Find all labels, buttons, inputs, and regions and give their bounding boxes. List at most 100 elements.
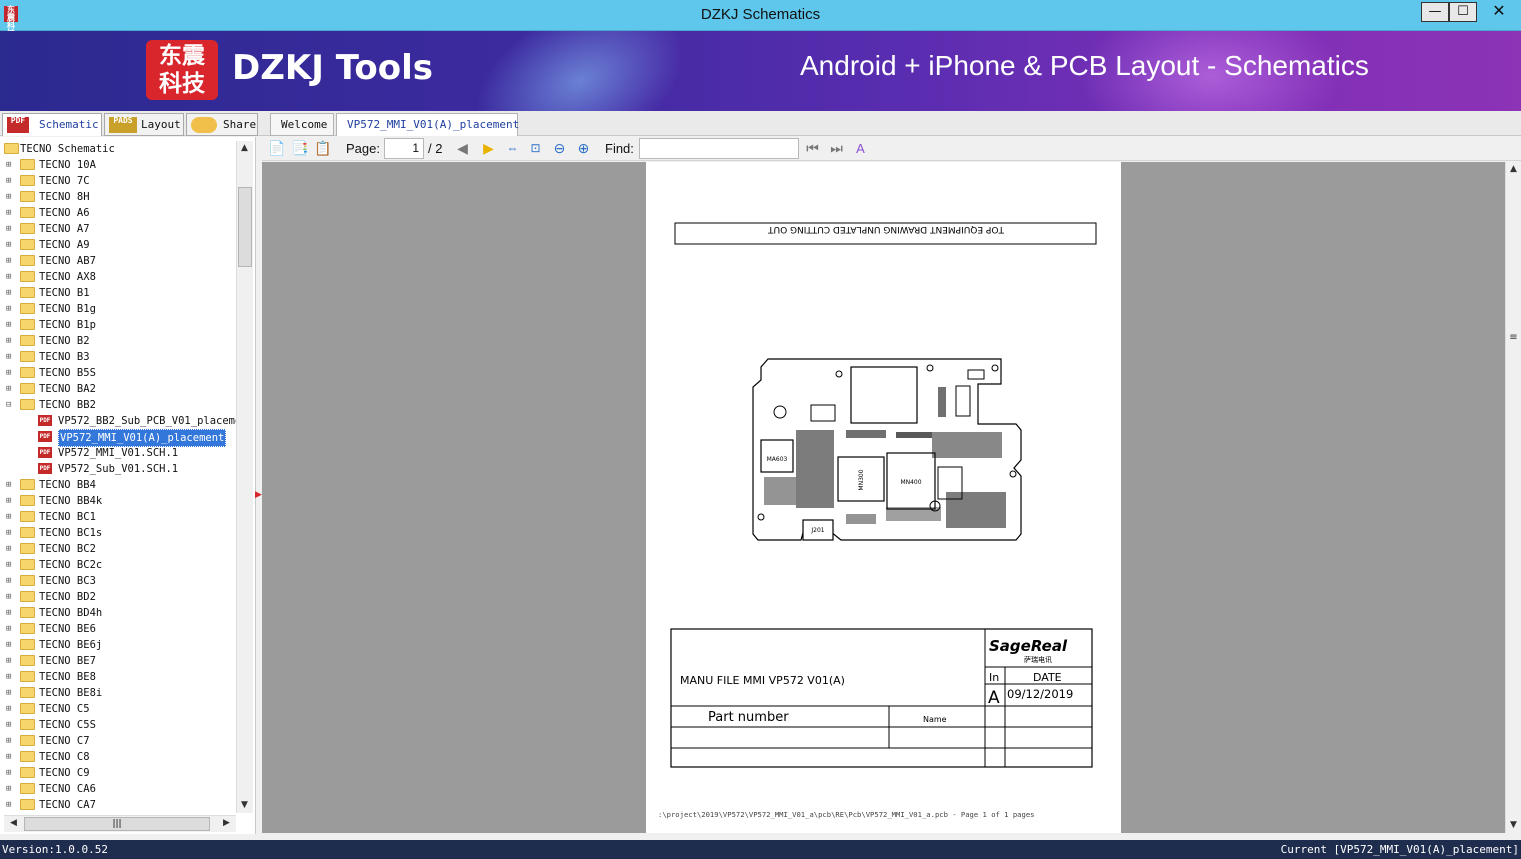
highlight-text-icon[interactable]: A — [852, 140, 869, 157]
tree-folder-item[interactable]: ⊞ TECNO A6 — [2, 205, 236, 221]
fit-width-icon[interactable]: ⇔ — [504, 140, 521, 157]
maximize-button[interactable]: ☐ — [1449, 2, 1477, 22]
tree-folder-item[interactable]: ⊞ TECNO BC2 — [2, 541, 236, 557]
expand-icon[interactable]: ⊞ — [6, 209, 14, 218]
tree-folder-item[interactable]: ⊞ TECNO B1g — [2, 301, 236, 317]
expand-icon[interactable]: ⊞ — [6, 785, 14, 794]
viewer-scroll-up-icon[interactable]: ▲ — [1506, 162, 1521, 177]
expand-icon[interactable]: ⊞ — [6, 337, 14, 346]
scroll-thumb[interactable] — [238, 187, 252, 267]
collapse-icon[interactable]: ⊟ — [6, 401, 14, 410]
tab-layout[interactable]: PADS Layout — [104, 113, 184, 136]
tree-folder-item[interactable]: ⊞ TECNO BB4k — [2, 493, 236, 509]
expand-icon[interactable]: ⊞ — [6, 225, 14, 234]
expand-icon[interactable]: ⊞ — [6, 529, 14, 538]
expand-icon[interactable]: ⊞ — [6, 193, 14, 202]
expand-icon[interactable]: ⊞ — [6, 721, 14, 730]
find-input[interactable] — [639, 138, 799, 159]
expand-icon[interactable]: ⊞ — [6, 369, 14, 378]
close-button[interactable]: ✕ — [1477, 2, 1521, 22]
tab-schematic[interactable]: PDF Schematic — [2, 113, 102, 136]
tree-file-item[interactable]: PDF VP572_BB2_Sub_PCB_V01_placemen — [2, 413, 236, 429]
expand-icon[interactable]: ⊞ — [6, 625, 14, 634]
tree-folder-item[interactable]: ⊞ TECNO 8H — [2, 189, 236, 205]
expand-icon[interactable]: ⊞ — [6, 705, 14, 714]
tree-folder-item[interactable]: ⊞ TECNO BE8i — [2, 685, 236, 701]
tree-folder-item[interactable]: ⊞ TECNO BE6 — [2, 621, 236, 637]
tree-folder-item[interactable]: ⊞ TECNO BC3 — [2, 573, 236, 589]
tree-file-item[interactable]: PDF VP572_MMI_V01.SCH.1 — [2, 445, 236, 461]
tree-folder-item[interactable]: ⊞ TECNO AX8 — [2, 269, 236, 285]
viewer-vertical-scrollbar[interactable]: ▲ ≡ ▼ — [1505, 162, 1521, 833]
tree-folder-item[interactable]: ⊞ TECNO BE8 — [2, 669, 236, 685]
expand-icon[interactable]: ⊞ — [6, 609, 14, 618]
tree-folder-item[interactable]: ⊞ TECNO BC1s — [2, 525, 236, 541]
expand-icon[interactable]: ⊞ — [6, 289, 14, 298]
tree-folder-item[interactable]: ⊞ TECNO C5 — [2, 701, 236, 717]
expand-icon[interactable]: ⊞ — [6, 321, 14, 330]
expand-icon[interactable]: ⊞ — [6, 689, 14, 698]
tree-folder-item[interactable]: ⊞ TECNO BD4h — [2, 605, 236, 621]
tree-folder-item[interactable]: ⊞ TECNO AB7 — [2, 253, 236, 269]
previous-page-icon[interactable]: ◀ — [454, 140, 471, 157]
scroll-down-icon[interactable]: ▼ — [237, 798, 252, 813]
tree-folder-item[interactable]: ⊞ TECNO C8 — [2, 749, 236, 765]
expand-icon[interactable]: ⊞ — [6, 673, 14, 682]
zoom-in-icon[interactable]: ⊕ — [575, 140, 592, 157]
tree-folder-item[interactable]: ⊞ TECNO B1p — [2, 317, 236, 333]
tree-vertical-scrollbar[interactable]: ▲ ▼ — [236, 141, 253, 813]
find-previous-icon[interactable]: ⏮ — [804, 140, 821, 157]
tree-folder-item[interactable]: ⊞ TECNO C7 — [2, 733, 236, 749]
expand-icon[interactable]: ⊞ — [6, 737, 14, 746]
tree-root[interactable]: TECNO Schematic — [2, 141, 236, 157]
panel-splitter-icon[interactable]: ▶ — [255, 490, 262, 500]
expand-icon[interactable]: ⊞ — [6, 385, 14, 394]
tree-folder-item[interactable]: ⊟ TECNO BB2 — [2, 397, 236, 413]
tree-horizontal-scrollbar[interactable]: ◀ ||| ▶ — [4, 815, 236, 832]
tree-folder-item[interactable]: ⊞ TECNO 10A — [2, 157, 236, 173]
zoom-out-icon[interactable]: ⊖ — [551, 140, 568, 157]
tree-folder-item[interactable]: ⊞ TECNO BC1 — [2, 509, 236, 525]
find-next-icon[interactable]: ⏭ — [828, 140, 845, 157]
expand-icon[interactable]: ⊞ — [6, 241, 14, 250]
expand-icon[interactable]: ⊞ — [6, 593, 14, 602]
scroll-right-icon[interactable]: ▶ — [219, 816, 234, 831]
tab-share[interactable]: ☁ Share — [186, 113, 258, 136]
tree-folder-item[interactable]: ⊞ TECNO BB4 — [2, 477, 236, 493]
tab-document[interactable]: VP572_MMI_V01(A)_placement✕ — [336, 113, 519, 153]
tree-folder-item[interactable]: ⊞ TECNO C5S — [2, 717, 236, 733]
expand-icon[interactable]: ⊞ — [6, 513, 14, 522]
hscroll-thumb[interactable]: ||| — [24, 817, 210, 831]
tree-folder-item[interactable]: ⊞ TECNO BD2 — [2, 589, 236, 605]
expand-icon[interactable]: ⊞ — [6, 577, 14, 586]
page-number-input[interactable]: 1 — [384, 138, 424, 159]
viewer-scroll-down-icon[interactable]: ▼ — [1506, 818, 1521, 833]
tree-file-item[interactable]: PDF VP572_Sub_V01.SCH.1 — [2, 461, 236, 477]
expand-icon[interactable]: ⊞ — [6, 657, 14, 666]
expand-icon[interactable]: ⊞ — [6, 257, 14, 266]
tree-folder-item[interactable]: ⊞ TECNO 7C — [2, 173, 236, 189]
scroll-up-icon[interactable]: ▲ — [237, 141, 252, 156]
minimize-button[interactable]: — — [1421, 2, 1449, 22]
tree-folder-item[interactable]: ⊞ TECNO A9 — [2, 237, 236, 253]
tree-folder-item[interactable]: ⊞ TECNO BE7 — [2, 653, 236, 669]
expand-icon[interactable]: ⊞ — [6, 641, 14, 650]
viewer-scroll-thumb[interactable]: ≡ — [1506, 330, 1521, 345]
tree-folder-item[interactable]: ⊞ TECNO CA7 — [2, 797, 236, 811]
expand-icon[interactable]: ⊞ — [6, 545, 14, 554]
tree-folder-item[interactable]: ⊞ TECNO CA6 — [2, 781, 236, 797]
pages-icon[interactable]: 📋 — [314, 140, 331, 157]
tree-folder-item[interactable]: ⊞ TECNO B2 — [2, 333, 236, 349]
expand-icon[interactable]: ⊞ — [6, 177, 14, 186]
expand-icon[interactable]: ⊞ — [6, 769, 14, 778]
copy-icon[interactable]: 📑 — [291, 140, 308, 157]
fit-page-icon[interactable]: ⊡ — [527, 140, 544, 157]
expand-icon[interactable]: ⊞ — [6, 161, 14, 170]
expand-icon[interactable]: ⊞ — [6, 801, 14, 810]
expand-icon[interactable]: ⊞ — [6, 273, 14, 282]
expand-icon[interactable]: ⊞ — [6, 497, 14, 506]
tree-folder-item[interactable]: ⊞ TECNO B5S — [2, 365, 236, 381]
expand-icon[interactable]: ⊞ — [6, 753, 14, 762]
next-page-icon[interactable]: ▶ — [480, 140, 497, 157]
expand-icon[interactable]: ⊞ — [6, 481, 14, 490]
